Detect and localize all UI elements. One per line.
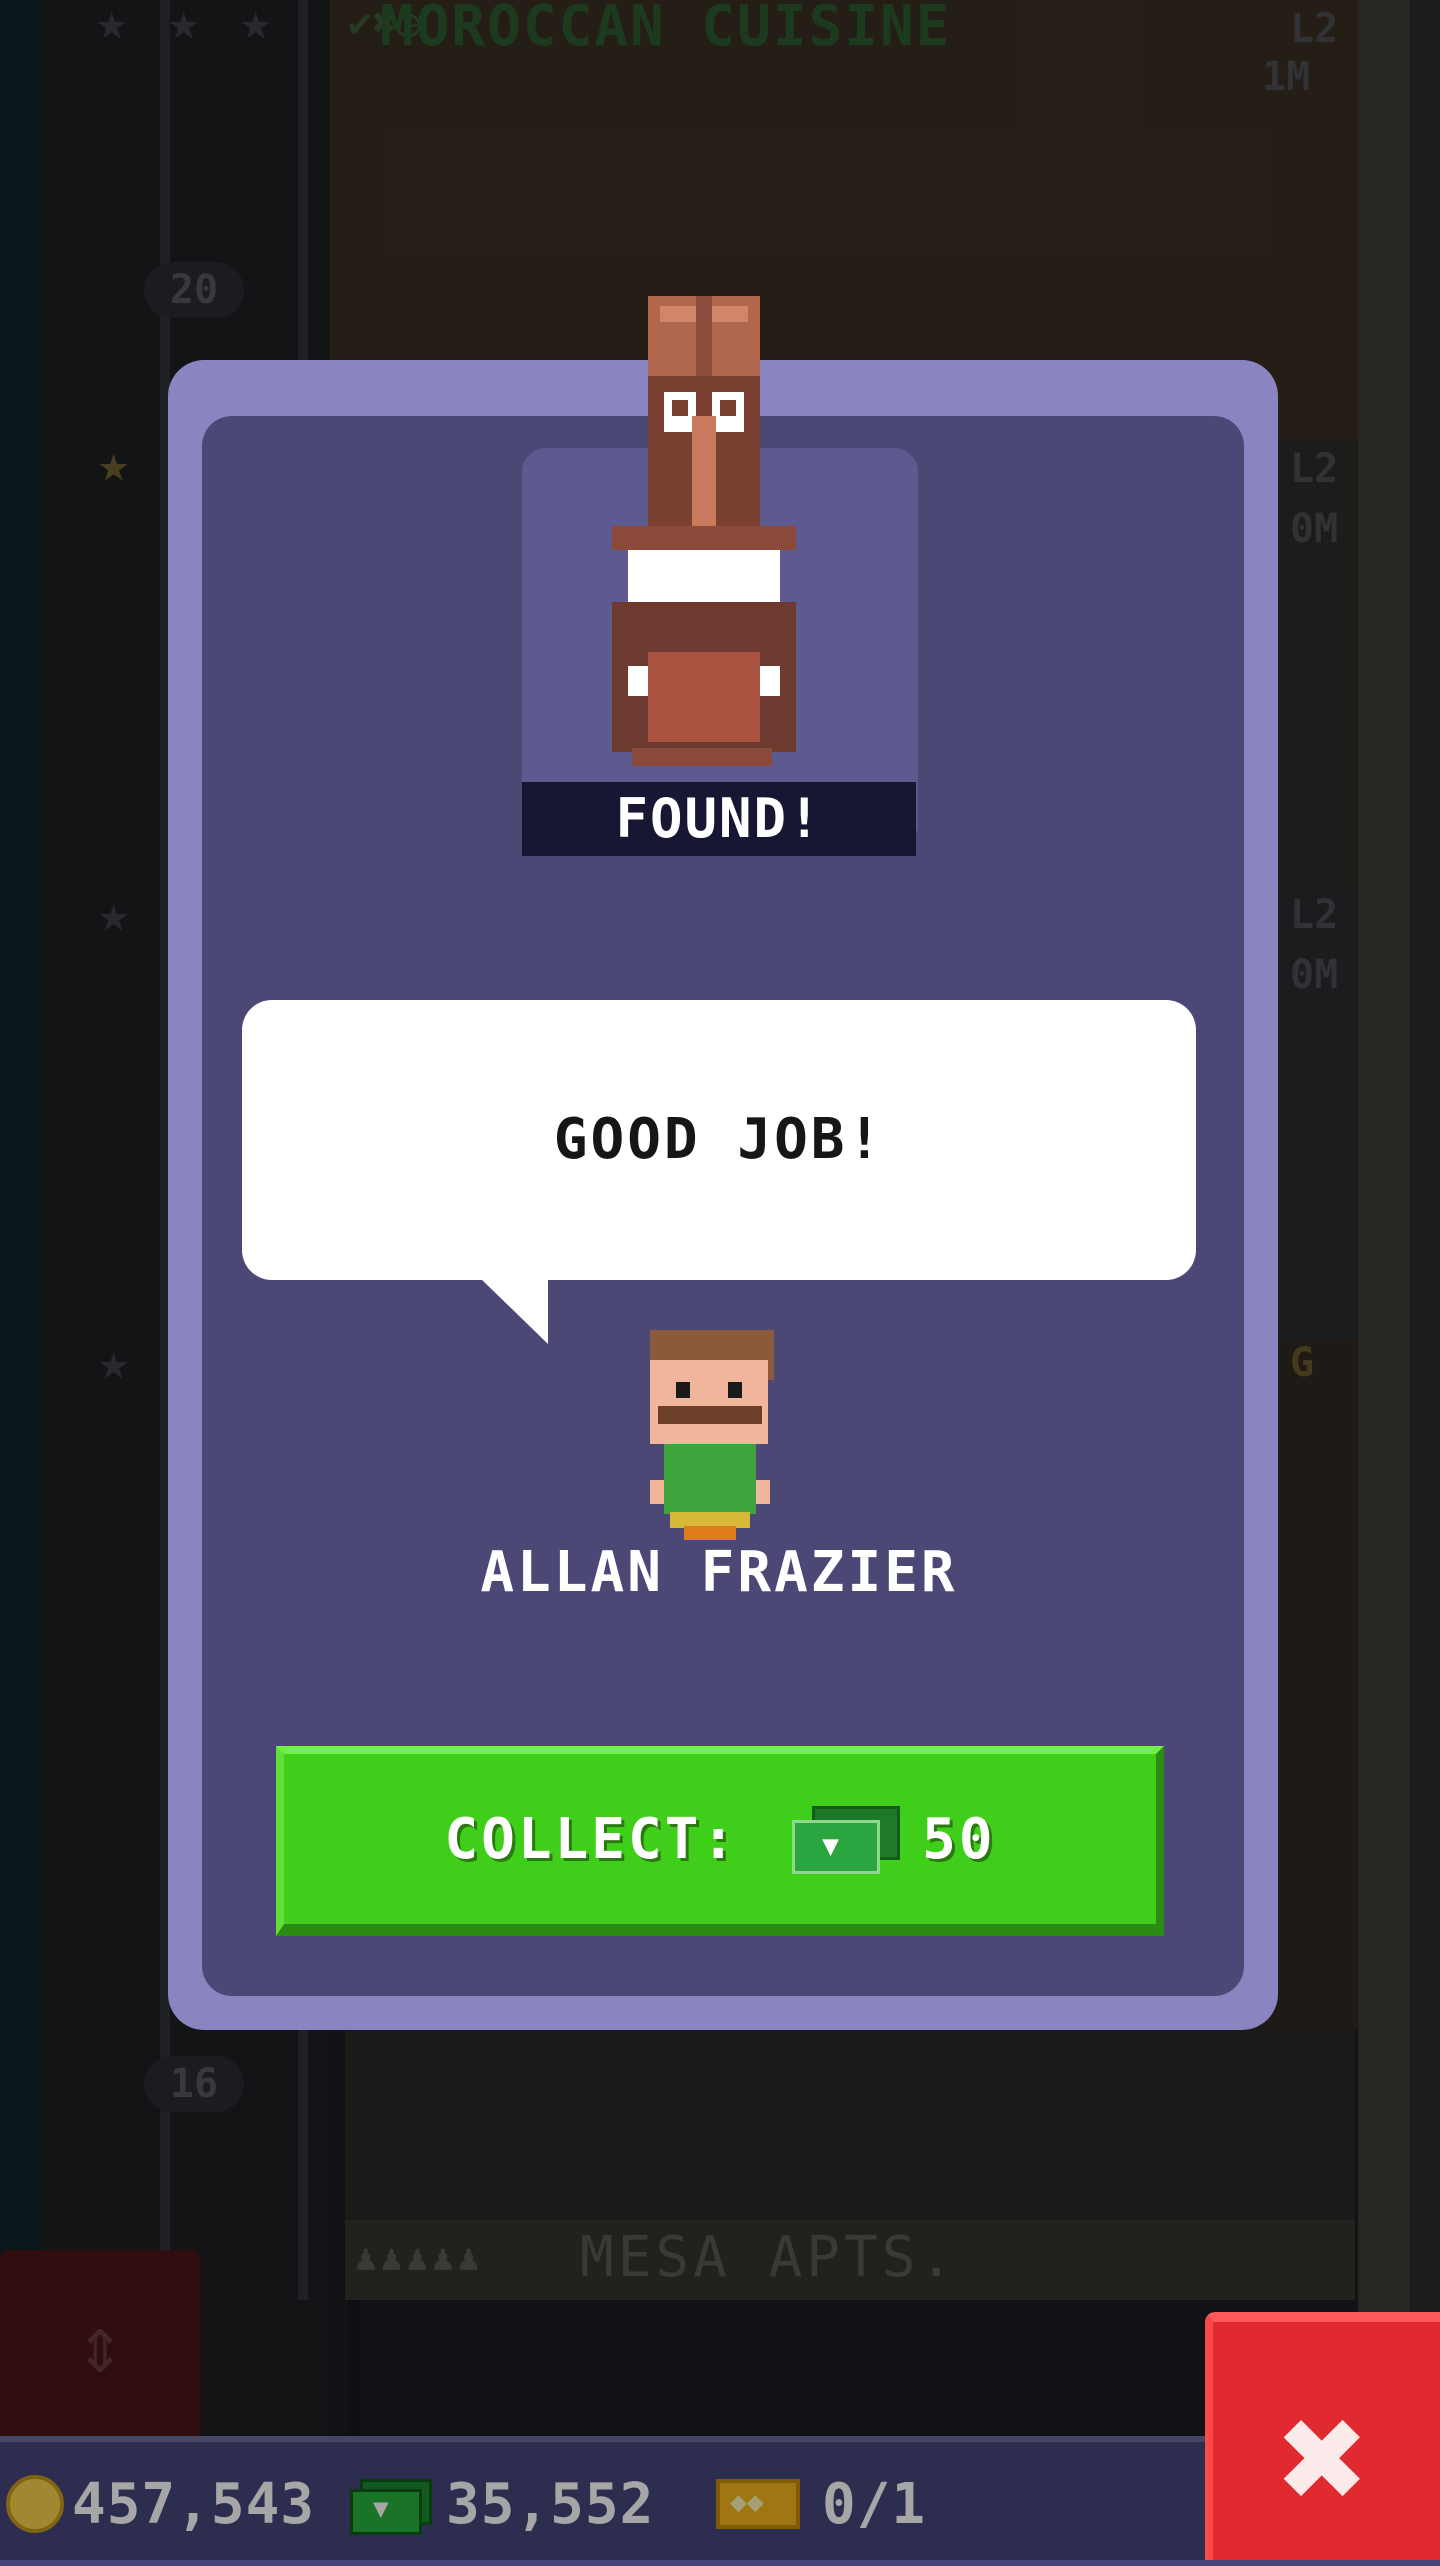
tiki-mask-icon xyxy=(612,296,796,766)
collect-button[interactable]: COLLECT: 50 xyxy=(276,1746,1164,1936)
found-label: FOUND! xyxy=(615,787,823,850)
speech-bubble-tail xyxy=(480,1278,548,1344)
close-icon: ✖ xyxy=(1279,2372,1370,2546)
speech-text: GOOD JOB! xyxy=(553,1107,885,1172)
close-button[interactable]: ✖ xyxy=(1205,2312,1440,2560)
bitizen-name: ALLAN FRAZIER xyxy=(480,1540,958,1605)
collect-label: COLLECT: xyxy=(444,1806,739,1872)
collect-amount: 50 xyxy=(922,1806,996,1872)
bux-icon xyxy=(792,1806,901,1874)
bitizen-avatar xyxy=(640,1330,780,1540)
